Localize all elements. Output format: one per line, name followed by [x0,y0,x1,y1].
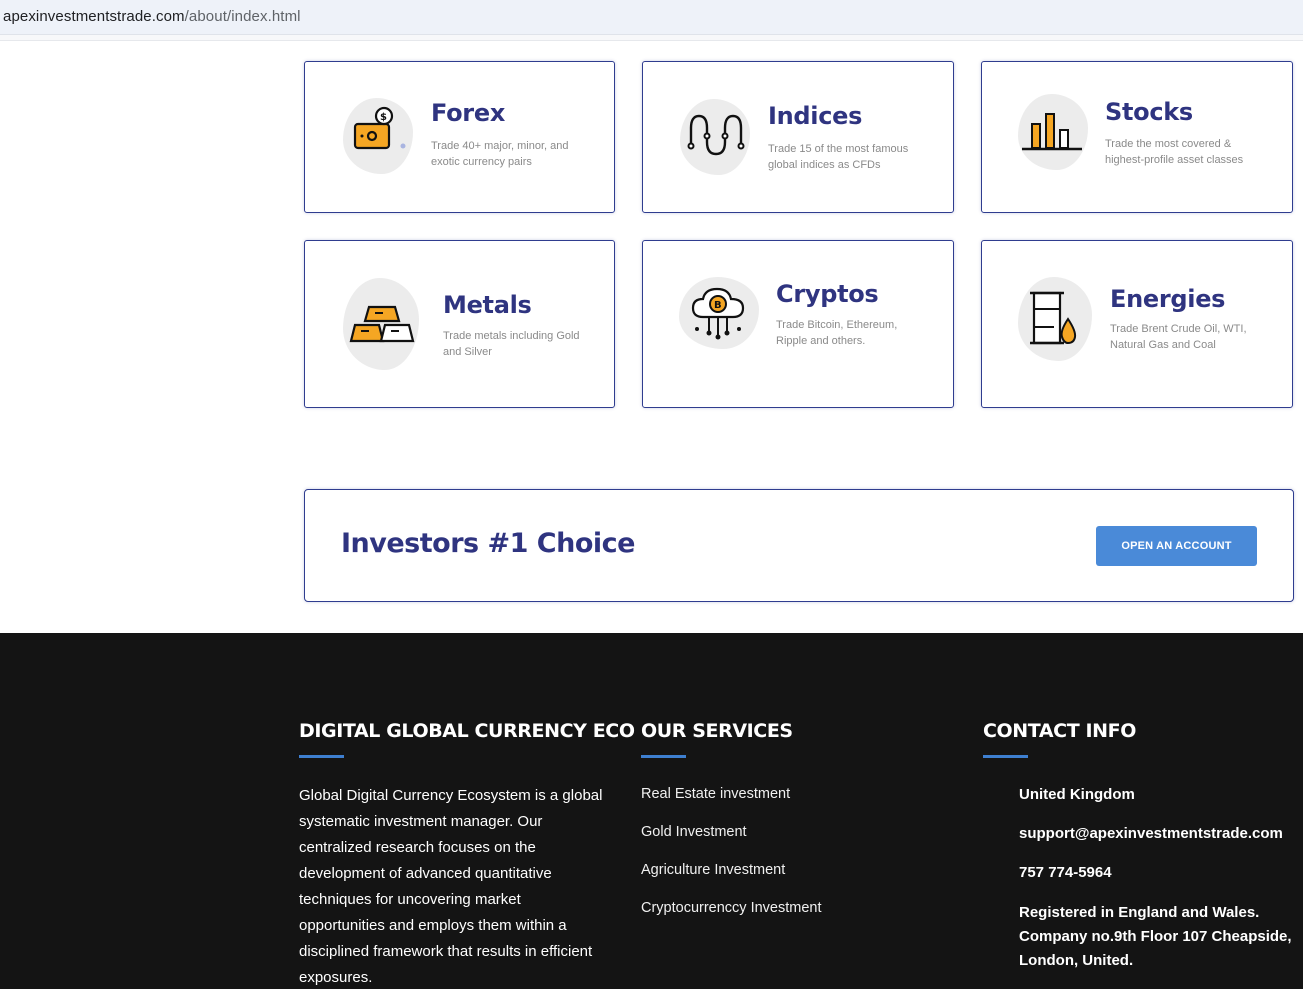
card-description: Trade 40+ major, minor, and exotic curre… [431,140,569,168]
card-title: Cryptos [776,280,879,308]
cta-banner: Investors #1 Choice OPEN AN ACCOUNT [304,489,1294,602]
card-description: Trade Brent Crude Oil, WTI, Natural Gas … [1110,323,1247,351]
market-card-stocks[interactable]: Stocks Trade the most covered & highest-… [981,61,1293,213]
card-title: Indices [768,102,863,130]
indices-wave-icon [687,114,745,156]
svg-text:B: B [714,300,722,311]
title-underline [641,755,686,758]
contact-country: United Kingdom [1019,786,1135,803]
card-title: Energies [1110,285,1226,313]
open-account-button[interactable]: OPEN AN ACCOUNT [1096,526,1257,566]
footer-service-link[interactable]: Real Estate investment [641,786,790,802]
footer-about-title: DIGITAL GLOBAL CURRENCY ECO [299,720,635,742]
market-card-energies[interactable]: Energies Trade Brent Crude Oil, WTI, Nat… [981,240,1293,408]
market-card-forex[interactable]: $ Forex Trade 40+ major, minor, and exot… [304,61,615,213]
gold-bars-icon [349,305,415,343]
footer-services-title: OUR SERVICES [641,720,793,742]
oil-barrel-icon [1030,291,1077,345]
footer-service-link[interactable]: Cryptocurrenccy Investment [641,900,822,916]
card-description: Trade 15 of the most famous global indic… [768,143,909,171]
title-underline [299,755,344,758]
banner-headline: Investors #1 Choice [341,528,635,559]
title-underline [983,755,1028,758]
card-title: Stocks [1105,98,1193,126]
market-card-indices[interactable]: Indices Trade 15 of the most famous glob… [642,61,954,213]
forex-wallet-icon: $ [353,106,406,150]
footer-contact-title: CONTACT INFO [983,720,1137,742]
footer-service-link[interactable]: Agriculture Investment [641,862,785,878]
market-card-cryptos[interactable]: B Cryptos Trade Bitcoin, Ethereum, Rippl… [642,240,954,408]
site-footer: DIGITAL GLOBAL CURRENCY ECO Global Digit… [0,633,1303,989]
contact-email[interactable]: support@apexinvestmentstrade.com [1019,825,1283,842]
url-text[interactable]: apexinvestmentstrade.com/about/index.htm… [3,8,301,25]
card-title: Metals [443,291,532,319]
stocks-bar-icon [1022,113,1082,151]
card-description: Trade the most covered & highest-profile… [1105,138,1244,166]
contact-phone[interactable]: 757 774-5964 [1019,864,1112,881]
footer-service-link[interactable]: Gold Investment [641,824,747,840]
url-bar-divider [0,35,1303,41]
market-card-metals[interactable]: Metals Trade metals including Gold and S… [304,240,615,408]
bitcoin-cloud-icon: B [691,287,745,340]
card-description: Trade Bitcoin, Ethereum, Ripple and othe… [776,319,898,347]
card-title: Forex [431,99,506,127]
browser-url-bar[interactable]: apexinvestmentstrade.com/about/index.htm… [0,0,1303,35]
svg-text:$: $ [380,112,387,123]
footer-about-text: Global Digital Currency Ecosystem is a g… [299,787,603,986]
card-description: Trade metals including Gold and Silver [443,330,580,358]
contact-address: Registered in England and Wales. Company… [1019,904,1292,969]
